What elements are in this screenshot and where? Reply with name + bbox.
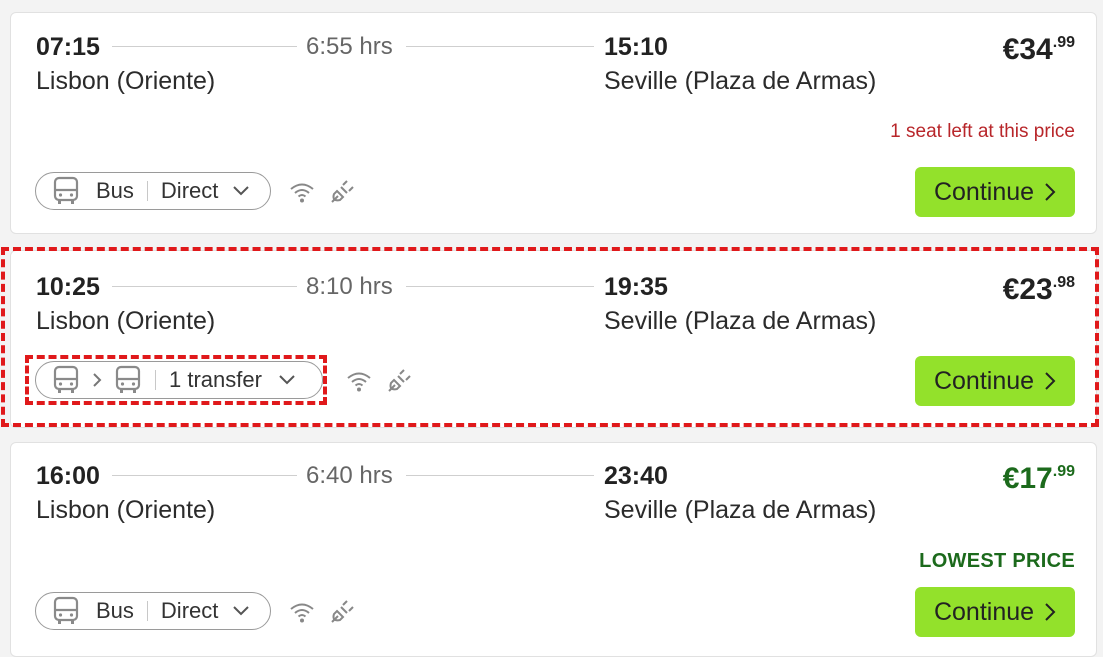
- divider: [155, 370, 156, 390]
- continue-button[interactable]: Continue: [915, 587, 1075, 637]
- timeline-line: [406, 46, 594, 47]
- chevron-right-icon: [1044, 182, 1056, 202]
- continue-label: Continue: [933, 597, 1035, 626]
- arrival-station: Seville (Plaza de Armas): [604, 67, 877, 95]
- departure-station: Lisbon (Oriente): [36, 67, 216, 95]
- price: €34.99: [1003, 33, 1075, 67]
- arrival-time: 23:40: [604, 462, 668, 490]
- trip-details-toggle[interactable]: 1 transfer: [35, 361, 323, 399]
- divider: [146, 181, 148, 201]
- route-label: Direct: [160, 178, 219, 203]
- price: €17.99: [1003, 462, 1075, 496]
- timeline-line: [112, 46, 297, 47]
- duration: 8:10 hrs: [306, 273, 393, 300]
- duration: 6:40 hrs: [306, 462, 393, 489]
- bus-icon: [52, 176, 80, 206]
- wifi-icon: [289, 180, 315, 209]
- lowest-price-badge: LOWEST PRICE: [919, 550, 1075, 572]
- divider: [146, 601, 148, 621]
- timeline-line: [112, 286, 297, 287]
- seats-left-note: 1 seat left at this price: [890, 121, 1075, 142]
- timeline-line: [406, 475, 594, 476]
- power-plug-icon: [329, 599, 355, 630]
- mode-label: Bus: [96, 598, 134, 623]
- duration: 6:55 hrs: [306, 33, 393, 60]
- arrival-station: Seville (Plaza de Armas): [604, 307, 877, 335]
- chevron-right-icon: [1044, 371, 1056, 391]
- departure-station: Lisbon (Oriente): [36, 307, 216, 335]
- amenities: [289, 599, 355, 630]
- timeline-line: [406, 286, 594, 287]
- power-plug-icon: [329, 179, 355, 210]
- chevron-down-icon: [232, 185, 250, 197]
- wifi-icon: [289, 600, 315, 629]
- price-main: €17: [1002, 462, 1053, 495]
- amenities: [289, 179, 355, 210]
- price-main: €23: [1002, 273, 1053, 306]
- departure-time: 07:15: [36, 33, 100, 61]
- power-plug-icon: [386, 368, 412, 399]
- price-cents: .99: [1052, 463, 1075, 480]
- chevron-right-icon: [1044, 602, 1056, 622]
- bus-icon: [114, 365, 142, 395]
- chevron-down-icon: [278, 374, 296, 386]
- bus-icon: [52, 365, 80, 395]
- trip-details-toggle[interactable]: Bus Direct: [35, 592, 271, 630]
- continue-button[interactable]: Continue: [915, 356, 1075, 406]
- arrival-time: 15:10: [604, 33, 668, 61]
- timeline-line: [112, 475, 297, 476]
- bus-icon: [52, 596, 80, 626]
- arrival-time: 19:35: [604, 273, 668, 301]
- wifi-icon: [346, 369, 372, 398]
- departure-time: 16:00: [36, 462, 100, 490]
- price-cents: .98: [1052, 274, 1075, 291]
- continue-label: Continue: [933, 366, 1035, 395]
- trip-details-toggle[interactable]: Bus Direct: [35, 172, 271, 210]
- departure-station: Lisbon (Oriente): [36, 496, 216, 524]
- continue-label: Continue: [933, 177, 1035, 206]
- price-main: €34: [1002, 33, 1053, 66]
- chevron-right-icon: [92, 372, 102, 388]
- amenities: [346, 368, 412, 399]
- route-label: Direct: [160, 598, 219, 623]
- continue-button[interactable]: Continue: [915, 167, 1075, 217]
- chevron-down-icon: [232, 605, 250, 617]
- price-cents: .99: [1052, 34, 1075, 51]
- arrival-station: Seville (Plaza de Armas): [604, 496, 877, 524]
- price: €23.98: [1003, 273, 1075, 307]
- departure-time: 10:25: [36, 273, 100, 301]
- route-label: 1 transfer: [169, 367, 262, 392]
- mode-label: Bus: [96, 178, 134, 203]
